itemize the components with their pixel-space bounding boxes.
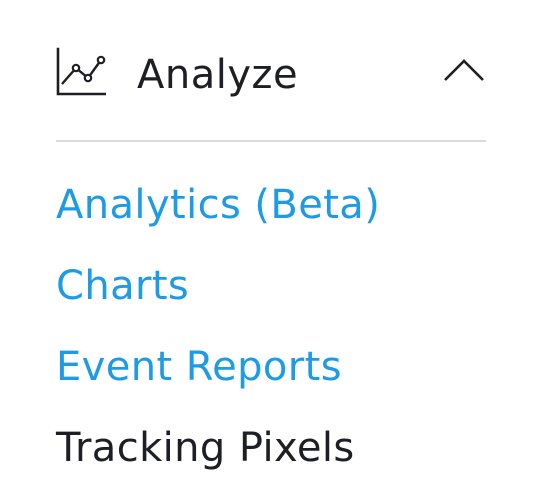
menu-item-charts[interactable]: Charts [56,261,189,311]
analyze-section-header[interactable]: Analyze [56,40,486,110]
line-chart-icon [56,47,106,96]
divider [56,140,486,142]
chevron-up-icon[interactable] [442,56,486,84]
menu-item-tracking-pixels[interactable]: Tracking Pixels [56,423,355,473]
section-title: Analyze [137,52,299,98]
menu-item-analytics-beta[interactable]: Analytics (Beta) [56,180,380,230]
menu-item-event-reports[interactable]: Event Reports [56,342,342,392]
